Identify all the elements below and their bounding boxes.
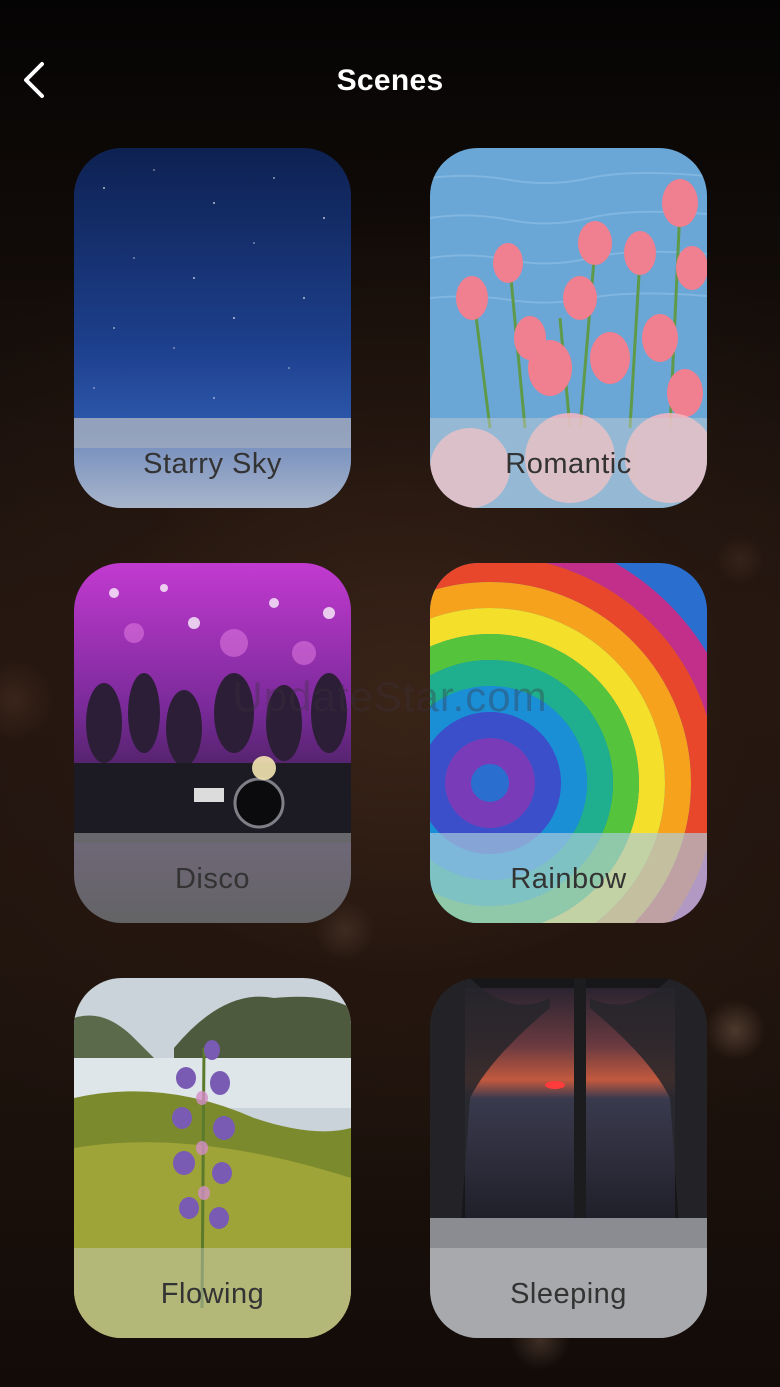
header: Scenes xyxy=(0,40,780,120)
scene-label: Flowing xyxy=(160,1277,265,1310)
scene-label: Starry Sky xyxy=(143,447,282,480)
scene-label-bar: Rainbow xyxy=(430,833,707,923)
scene-label-bar: Flowing xyxy=(74,1248,351,1338)
watermark: UpdateStar.com xyxy=(232,673,548,720)
scene-label-bar: Starry Sky xyxy=(74,418,351,508)
scene-label: Rainbow xyxy=(510,862,627,895)
scene-card-sleeping[interactable]: Sleeping xyxy=(430,978,707,1338)
page-title: Scenes xyxy=(336,64,444,97)
scene-label-bar: Romantic xyxy=(430,418,707,508)
scene-card-starry-sky[interactable]: Starry Sky xyxy=(74,148,351,508)
scene-label: Sleeping xyxy=(510,1277,627,1310)
scene-card-flowing[interactable]: Flowing xyxy=(74,978,351,1338)
scene-label: Disco xyxy=(174,862,250,895)
scene-label-bar: Sleeping xyxy=(430,1248,707,1338)
scene-label: Romantic xyxy=(505,447,632,480)
scene-card-romantic[interactable]: Romantic xyxy=(430,148,707,508)
scene-label-bar: Disco xyxy=(74,833,351,923)
scene-card-rainbow[interactable]: Rainbow xyxy=(430,563,707,923)
scene-card-disco[interactable]: Disco xyxy=(74,563,351,923)
